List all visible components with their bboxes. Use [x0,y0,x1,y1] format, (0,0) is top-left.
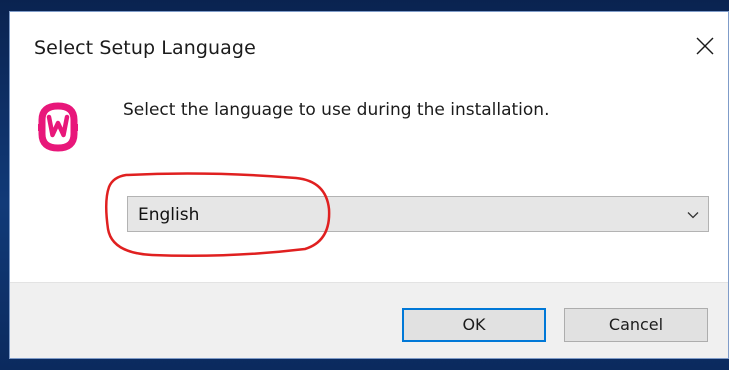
close-button[interactable] [682,26,728,66]
title-bar[interactable]: Select Setup Language [10,12,728,84]
dialog-title: Select Setup Language [34,37,256,59]
close-icon [696,37,714,55]
ok-button[interactable]: OK [402,308,546,342]
cancel-button[interactable]: Cancel [564,308,708,342]
language-select[interactable]: English [127,196,709,232]
chevron-down-icon [687,212,699,219]
wampserver-logo-icon [36,98,80,154]
instruction-text: Select the language to use during the in… [123,100,550,120]
button-bar: OK Cancel [10,282,728,358]
select-setup-language-dialog: Select Setup Language Select the languag… [10,12,728,358]
selected-language: English [138,205,200,225]
